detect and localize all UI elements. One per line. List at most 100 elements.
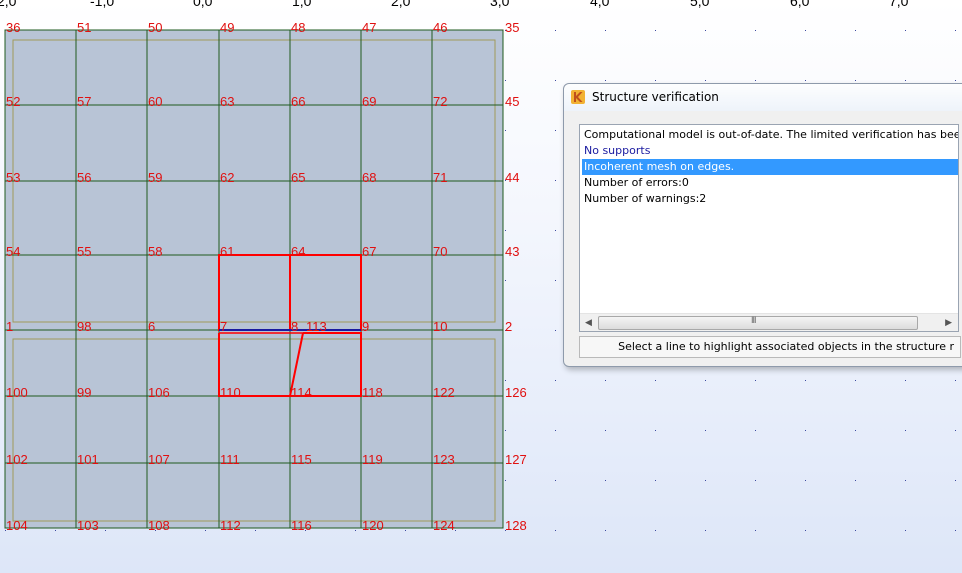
node-label: 60	[148, 94, 162, 109]
message-item-warning[interactable]: No supports	[582, 143, 958, 159]
status-text: Select a line to highlight associated ob…	[618, 340, 954, 353]
node-label: 65	[291, 170, 305, 185]
grid-dot	[455, 530, 456, 531]
grid-dot	[805, 480, 806, 481]
node-label: 124	[433, 518, 455, 533]
grid-dot	[705, 480, 706, 481]
node-label: 72	[433, 94, 447, 109]
ruler-label: 1,0	[292, 0, 312, 9]
grid-dot	[955, 480, 956, 481]
grid-dot	[605, 380, 606, 381]
verification-message-list[interactable]: Computational model is out-of-date. The …	[579, 124, 959, 332]
node-label: 66	[291, 94, 305, 109]
node-label: 68	[362, 170, 376, 185]
scroll-left-icon[interactable]: ◀	[585, 317, 592, 328]
ruler-label: 3,0	[490, 0, 510, 9]
grid-dot	[855, 480, 856, 481]
node-label: 126	[505, 385, 527, 400]
grid-dot	[555, 330, 556, 331]
grid-dot	[505, 80, 506, 81]
node-label: 35	[505, 20, 519, 35]
grid-dot	[705, 380, 706, 381]
grid-dot	[405, 530, 406, 531]
node-label: 127	[505, 452, 527, 467]
grid-dot	[805, 430, 806, 431]
grid-dot	[505, 480, 506, 481]
app-k-icon	[571, 90, 585, 104]
node-label: 53	[6, 170, 20, 185]
structure-verification-dialog[interactable]: Structure verification Computational mod…	[563, 83, 962, 367]
grid-dot	[505, 280, 506, 281]
grid-dot	[605, 80, 606, 81]
grid-dot	[555, 480, 556, 481]
ruler-label: 4,0	[590, 0, 610, 9]
grid-dot	[855, 430, 856, 431]
ruler-label: 2,0	[0, 0, 17, 9]
grid-dot	[655, 480, 656, 481]
grid-dot	[955, 530, 956, 531]
node-label: 36	[6, 20, 20, 35]
grid-dot	[555, 380, 556, 381]
node-label: 47	[362, 20, 376, 35]
grid-dot	[755, 480, 756, 481]
grid-dot	[805, 530, 806, 531]
grid-dot	[605, 430, 606, 431]
node-label: 7	[220, 319, 227, 334]
dialog-titlebar[interactable]: Structure verification	[564, 84, 962, 111]
grid-dot	[805, 380, 806, 381]
node-label: 63	[220, 94, 234, 109]
horizontal-scrollbar[interactable]: ◀ III ▶	[580, 313, 958, 331]
grid-dot	[655, 80, 656, 81]
grid-dot	[905, 430, 906, 431]
grid-dot	[505, 430, 506, 431]
node-label: 54	[6, 244, 20, 259]
node-label: 48	[291, 20, 305, 35]
message-item-selected[interactable]: Incoherent mesh on edges.	[582, 159, 958, 175]
grid-dot	[805, 80, 806, 81]
node-label: 6	[148, 319, 155, 334]
node-label: 9	[362, 319, 369, 334]
dialog-statusbar: Select a line to highlight associated ob…	[579, 336, 961, 358]
grid-dot	[655, 430, 656, 431]
grid-dot	[955, 30, 956, 31]
grid-dot	[905, 80, 906, 81]
node-label: 100	[6, 385, 28, 400]
grid-dot	[955, 430, 956, 431]
grid-dot	[655, 530, 656, 531]
node-label: 120	[362, 518, 384, 533]
node-label: 51	[77, 20, 91, 35]
ruler-label: 6,0	[790, 0, 810, 9]
message-item[interactable]: Number of warnings:2	[582, 191, 958, 207]
grid-dot	[605, 30, 606, 31]
ruler-label: -1,0	[90, 0, 114, 9]
grid-dot	[855, 80, 856, 81]
node-label: 52	[6, 94, 20, 109]
grid-dot	[555, 280, 556, 281]
lower-panel	[4, 329, 504, 529]
grid-dot	[905, 380, 906, 381]
dialog-title: Structure verification	[592, 90, 719, 104]
scroll-thumb[interactable]: III	[598, 315, 918, 330]
node-label: 8	[291, 319, 298, 334]
node-label: 44	[505, 170, 519, 185]
scroll-right-icon[interactable]: ▶	[945, 317, 952, 328]
grid-dot	[655, 380, 656, 381]
grid-dot	[355, 530, 356, 531]
node-label: 103	[77, 518, 99, 533]
message-item[interactable]: Computational model is out-of-date. The …	[582, 127, 958, 143]
message-item[interactable]: Number of errors:0	[582, 175, 958, 191]
node-label: 56	[77, 170, 91, 185]
node-label: 45	[505, 94, 519, 109]
node-label: 55	[77, 244, 91, 259]
ruler-label: 5,0	[690, 0, 710, 9]
node-label: 1	[6, 319, 13, 334]
grid-dot	[755, 30, 756, 31]
ruler-label: 0,0	[193, 0, 213, 9]
node-label: 128	[505, 518, 527, 533]
grid-dot	[955, 80, 956, 81]
node-label: 57	[77, 94, 91, 109]
grid-dot	[505, 130, 506, 131]
grid-dot	[655, 30, 656, 31]
grid-dot	[905, 530, 906, 531]
grid-dot	[905, 30, 906, 31]
